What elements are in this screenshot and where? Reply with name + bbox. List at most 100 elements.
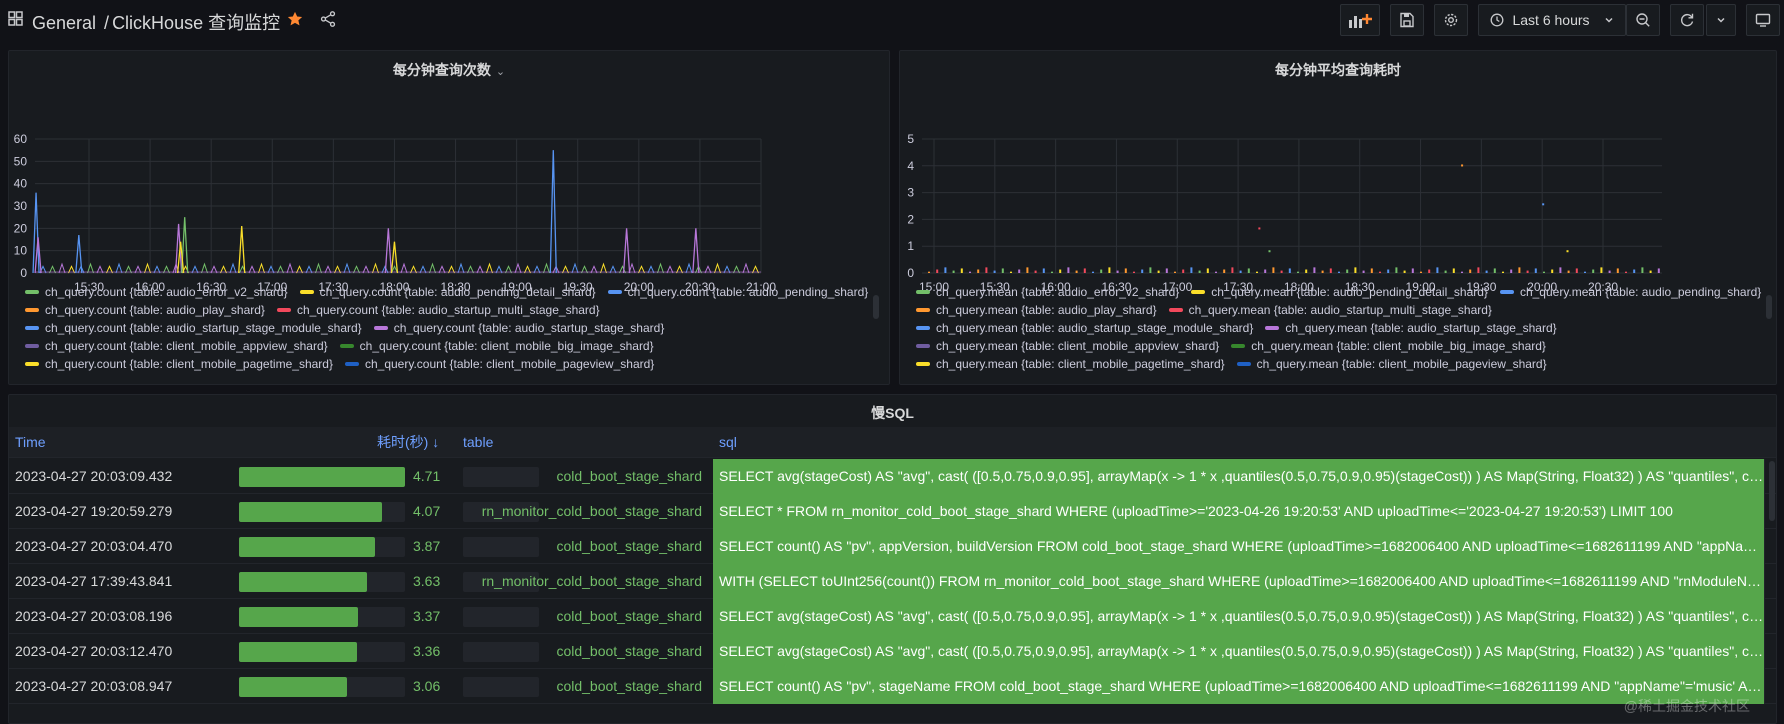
table-cell-background	[463, 677, 539, 697]
table-row[interactable]: 2023-04-27 20:03:08.196 3.37 cold_boot_sta…	[9, 599, 1776, 634]
legend-label: ch_query.count {table: client_mobile_pag…	[45, 357, 333, 371]
legend-item[interactable]: ch_query.count {table: audio_startup_sta…	[25, 319, 362, 337]
data-point	[1625, 271, 1627, 273]
cell-sql[interactable]: SELECT count() AS "pv", stageName FROM c…	[713, 669, 1765, 704]
legend-item[interactable]: ch_query.count {table: client_mobile_big…	[339, 337, 654, 355]
y-tick-label: 4	[907, 159, 914, 173]
legend-item[interactable]: ch_query.count {table: audio_pending_det…	[299, 283, 596, 301]
data-point	[1428, 269, 1431, 273]
data-point	[1534, 268, 1537, 273]
cell-duration: 3.06	[413, 678, 441, 694]
data-point	[1206, 268, 1209, 273]
legend-item[interactable]: ch_query.count {table: audio_startup_sta…	[373, 319, 664, 337]
legend-scrollbar[interactable]	[873, 295, 879, 319]
save-dashboard-button[interactable]	[1390, 4, 1424, 36]
data-point	[1215, 271, 1217, 273]
duration-bar-fill	[239, 467, 405, 487]
cell-sql[interactable]: SELECT * FROM rn_monitor_cold_boot_stage…	[713, 494, 1765, 529]
legend-swatch	[1265, 325, 1280, 330]
legend-item[interactable]: ch_query.count {table: audio_startup_mul…	[276, 301, 600, 319]
legend-item[interactable]: ch_query.mean {table: audio_pending_shar…	[1499, 283, 1761, 301]
column-header-duration[interactable]: 耗时(秒) ↓	[377, 427, 439, 458]
legend-swatch	[25, 343, 39, 348]
legend-item[interactable]: ch_query.mean {table: audio_startup_stag…	[916, 319, 1253, 337]
legend-swatch	[1191, 289, 1206, 294]
star-icon[interactable]	[286, 10, 304, 28]
column-header-sql[interactable]: sql	[719, 427, 737, 458]
data-point	[1477, 267, 1480, 273]
cell-sql[interactable]: SELECT avg(stageCost) AS "avg", cast( ([…	[713, 634, 1765, 669]
chevron-down-icon: ⌄	[495, 66, 506, 78]
time-range-picker[interactable]: Last 6 hours	[1478, 4, 1626, 36]
cell-sql[interactable]: SELECT count() AS "pv", appVersion, buil…	[713, 529, 1765, 564]
share-icon[interactable]	[319, 10, 337, 28]
legend-item[interactable]: ch_query.mean {table: audio_error_v2_sha…	[916, 283, 1179, 301]
legend-scrollbar[interactable]	[1766, 295, 1772, 319]
add-panel-button[interactable]	[1340, 4, 1380, 36]
legend-item[interactable]: ch_query.count {table: audio_pending_sha…	[607, 283, 869, 301]
table-row[interactable]: 2023-04-27 20:03:12.470 3.36 cold_boot_sta…	[9, 634, 1776, 669]
data-point	[1633, 269, 1636, 273]
cell-table: cold_boot_stage_shard	[556, 468, 702, 484]
query-count-title: 每分钟查询次数	[392, 62, 491, 78]
data-point	[1436, 267, 1439, 273]
legend-item[interactable]: ch_query.count {table: client_mobile_pag…	[25, 355, 333, 373]
dashboard-settings-button[interactable]	[1434, 4, 1468, 36]
query-count-panel: 每分钟查询次数 ⌄ 60 50 40 30 20 10 0 15:30 16:00 16:30 17:…	[8, 50, 890, 385]
zoom-out-button[interactable]	[1626, 4, 1660, 36]
legend-item[interactable]: ch_query.count {table: audio_play_shard}	[25, 301, 265, 319]
cell-sql[interactable]: SELECT avg(stageCost) AS "avg", cast( ([…	[713, 599, 1765, 634]
legend-swatch	[25, 289, 39, 294]
breadcrumb: General / ClickHouse 查询监控	[32, 9, 280, 35]
panel-title[interactable]: 慢SQL	[9, 403, 1776, 423]
refresh-interval-dropdown[interactable]	[1706, 4, 1736, 36]
legend-label: ch_query.count {table: audio_startup_mul…	[296, 303, 600, 317]
table-scrollbar[interactable]	[1769, 461, 1775, 521]
legend-label: ch_query.mean {table: client_mobile_appv…	[936, 339, 1220, 353]
legend-swatch	[1236, 361, 1251, 366]
table-row[interactable]: 2023-04-27 20:03:04.470 3.87 cold_boot_sta…	[9, 529, 1776, 564]
view-mode-button[interactable]	[1746, 4, 1780, 36]
legend-item[interactable]: ch_query.mean {table: audio_play_shard}	[916, 301, 1157, 319]
table-row[interactable]: 2023-04-27 20:03:09.432 4.71 cold_boot_sta…	[9, 459, 1776, 494]
data-point	[1297, 271, 1299, 273]
data-point	[1592, 269, 1595, 273]
dashboard-title[interactable]: ClickHouse 查询监控	[112, 13, 280, 33]
panel-title[interactable]: 每分钟平均查询耗时	[900, 60, 1776, 80]
legend-item[interactable]: ch_query.mean {table: client_mobile_page…	[1236, 355, 1547, 373]
column-header-table[interactable]: table	[463, 427, 493, 458]
legend-row: ch_query.mean {table: client_mobile_page…	[916, 355, 1773, 373]
refresh-button[interactable]	[1670, 4, 1704, 36]
data-point	[1338, 271, 1340, 273]
legend-item[interactable]: ch_query.mean {table: client_mobile_appv…	[916, 337, 1219, 355]
legend-item[interactable]: ch_query.mean {table: audio_pending_deta…	[1191, 283, 1488, 301]
legend-label: ch_query.count {table: audio_pending_det…	[319, 285, 596, 299]
legend-item[interactable]: ch_query.count {table: client_mobile_app…	[25, 337, 328, 355]
legend-item[interactable]: ch_query.mean {table: audio_startup_mult…	[1168, 301, 1492, 319]
data-point	[1566, 250, 1569, 253]
data-point	[1247, 268, 1250, 273]
legend-item[interactable]: ch_query.mean {table: client_mobile_page…	[916, 355, 1225, 373]
legend-item[interactable]: ch_query.count {table: audio_error_v2_sh…	[25, 283, 288, 301]
data-point	[1256, 271, 1258, 273]
table-row[interactable]: 2023-04-27 17:39:43.841 3.63 rn_monitor_co…	[9, 564, 1776, 599]
legend-label: ch_query.mean {table: client_mobile_page…	[936, 357, 1225, 371]
legend-item[interactable]: ch_query.mean {table: client_mobile_big_…	[1231, 337, 1546, 355]
grid-icon[interactable]	[8, 11, 23, 26]
table-cell-background	[463, 642, 539, 662]
legend-label: ch_query.count {table: audio_pending_sha…	[627, 285, 869, 299]
column-header-time[interactable]: Time	[15, 427, 46, 458]
panel-title[interactable]: 每分钟查询次数 ⌄	[9, 60, 889, 80]
data-point	[1174, 271, 1176, 273]
table-row[interactable]: 2023-04-27 20:03:08.947 3.06 cold_boot_sta…	[9, 669, 1776, 704]
legend-item[interactable]: ch_query.mean {table: audio_startup_stag…	[1265, 319, 1557, 337]
table-row[interactable]: 2023-04-27 19:20:59.279 4.07 rn_monitor_co…	[9, 494, 1776, 529]
legend-row: ch_query.mean {table: audio_error_v2_sha…	[916, 283, 1773, 301]
cell-sql[interactable]: SELECT avg(stageCost) AS "avg", cast( ([…	[713, 459, 1765, 494]
breadcrumb-folder[interactable]: General	[32, 13, 96, 33]
legend-item[interactable]: ch_query.count {table: client_mobile_pag…	[344, 355, 654, 373]
cell-time: 2023-04-27 19:20:59.279	[15, 503, 173, 519]
cell-sql[interactable]: WITH (SELECT toUInt256(count()) FROM rn_…	[713, 564, 1765, 599]
data-point	[1268, 250, 1271, 253]
legend-row: ch_query.count {table: audio_play_shard}…	[25, 301, 880, 319]
